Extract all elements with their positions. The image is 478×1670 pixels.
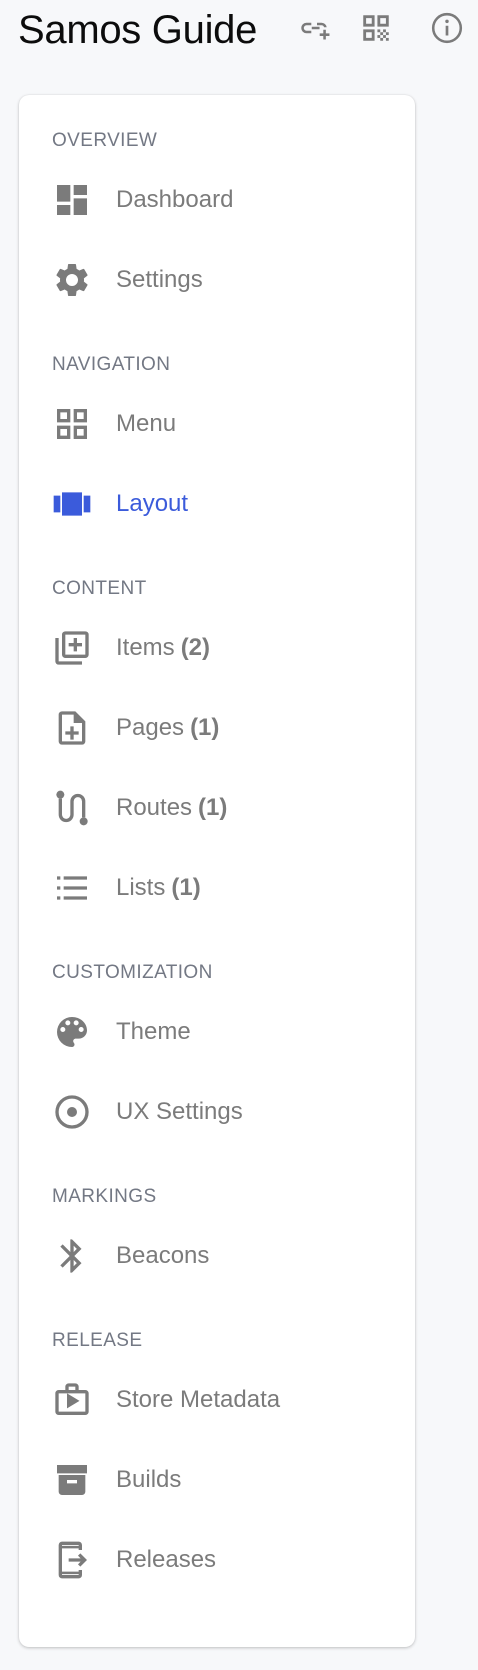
route-icon	[52, 788, 92, 828]
sidebar-item-label: Menu	[116, 410, 177, 437]
sidebar-item-routes[interactable]: Routes (1)	[19, 776, 415, 840]
bluetooth-icon	[52, 1236, 92, 1276]
sidebar-item-label: Builds	[116, 1466, 182, 1493]
add-link-button[interactable]	[294, 10, 334, 50]
section-label-content: CONTENT	[52, 578, 147, 599]
sidebar-item-label: Settings	[116, 266, 203, 293]
palette-icon	[52, 1012, 92, 1052]
sidebar-item-layout[interactable]: Layout	[19, 472, 415, 536]
item-count: (1)	[171, 874, 201, 901]
archive-icon	[52, 1460, 92, 1500]
sidebar-item-label: Releases	[116, 1546, 217, 1573]
sidebar-item-store-metadata[interactable]: Store Metadata	[19, 1368, 415, 1432]
sidebar-item-label: Lists (1)	[116, 874, 201, 901]
section-label-markings: MARKINGS	[52, 1186, 157, 1207]
section-label-release: RELEASE	[52, 1330, 143, 1351]
sidebar-item-label: Beacons	[116, 1242, 210, 1269]
sidebar-item-label: UX Settings	[116, 1098, 243, 1125]
link-add-icon	[296, 10, 332, 51]
sidebar-item-beacons[interactable]: Beacons	[19, 1224, 415, 1288]
note-add-icon	[52, 708, 92, 748]
qr-code-button[interactable]	[356, 10, 396, 50]
library-add-icon	[52, 628, 92, 668]
section-label-navigation: NAVIGATION	[52, 354, 171, 375]
sidebar-item-theme[interactable]: Theme	[19, 1000, 415, 1064]
sidebar-item-items[interactable]: Items (2)	[19, 616, 415, 680]
sidebar-item-releases[interactable]: Releases	[19, 1528, 415, 1592]
info-button[interactable]	[427, 10, 467, 50]
sidebar-item-label: Routes (1)	[116, 794, 228, 821]
phone-export-icon	[52, 1540, 92, 1580]
app-header: Samos Guide	[0, 0, 478, 64]
sidebar-item-dashboard[interactable]: Dashboard	[19, 168, 415, 232]
section-label-customization: CUSTOMIZATION	[52, 962, 213, 983]
sidebar-item-label: Items (2)	[116, 634, 211, 661]
dashboard-icon	[52, 180, 92, 220]
sidebar-item-builds[interactable]: Builds	[19, 1448, 415, 1512]
item-count: (2)	[180, 634, 211, 661]
sidebar-item-label: Pages (1)	[116, 714, 220, 741]
sidebar-item-menu[interactable]: Menu	[19, 392, 415, 456]
sidebar-item-pages[interactable]: Pages (1)	[19, 696, 415, 760]
sidebar-item-label: Dashboard	[116, 186, 234, 213]
info-icon	[429, 10, 465, 51]
sidebar-item-settings[interactable]: Settings	[19, 248, 415, 312]
sidebar-item-lists[interactable]: Lists (1)	[19, 856, 415, 920]
section-label-overview: OVERVIEW	[52, 130, 158, 151]
app-title: Samos Guide	[18, 8, 258, 52]
store-play-icon	[52, 1380, 92, 1420]
layout-icon	[52, 484, 92, 524]
radio-button-icon	[52, 1092, 92, 1132]
item-count: (1)	[190, 714, 220, 741]
sidebar-item-ux-settings[interactable]: UX Settings	[19, 1080, 415, 1144]
sidebar-item-label: Store Metadata	[116, 1386, 281, 1413]
qr-code-icon	[359, 11, 393, 50]
item-count: (1)	[198, 794, 228, 821]
grid-icon	[52, 404, 92, 444]
list-icon	[52, 868, 92, 908]
sidebar-item-label: Theme	[116, 1018, 191, 1045]
gear-icon	[52, 260, 92, 300]
sidebar-item-label: Layout	[116, 490, 189, 517]
